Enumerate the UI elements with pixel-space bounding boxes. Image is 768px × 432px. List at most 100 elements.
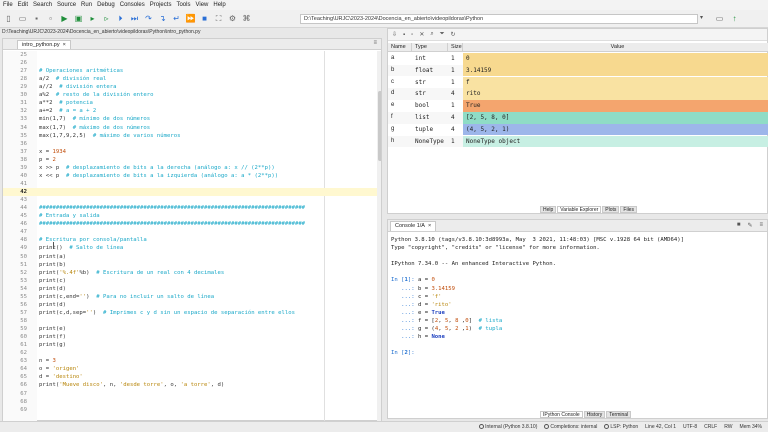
search-icon[interactable]: ⌕ [430,31,433,38]
menu-edit[interactable]: Edit [18,2,28,8]
menu-search[interactable]: Search [33,2,52,8]
debug-icon[interactable]: ⏵ [114,12,127,25]
menu-file[interactable]: File [3,2,13,8]
code-line[interactable]: 53 print(c) [3,277,381,285]
code-line[interactable]: 59 print(e) [3,325,381,333]
code-line[interactable]: 65 d = 'destino' [3,373,381,381]
close-icon[interactable]: × [63,41,66,49]
run-icon[interactable]: ▶ [58,12,71,25]
working-directory-dropdown-icon[interactable]: ▾ [700,14,710,24]
tab-plots[interactable]: Plots [602,206,620,213]
run-selection-icon[interactable]: ▹ [100,12,113,25]
continue-icon[interactable]: ⏩ [184,12,197,25]
menu-view[interactable]: View [195,2,208,8]
browse-folder-icon[interactable]: ▭ [713,12,726,25]
menu-help[interactable]: Help [213,2,225,8]
code-line[interactable]: 26 [3,59,381,67]
menu-run[interactable]: Run [81,2,92,8]
tab-history[interactable]: History [583,411,606,418]
stop-debug-icon[interactable]: ■ [198,12,211,25]
tab-variable-explorer[interactable]: Variable Explorer [557,206,602,213]
options-menu-icon[interactable]: ≡ [373,40,377,46]
variable-row[interactable]: h NoneType 1 NoneType object [388,135,768,148]
code-line[interactable]: 44 ######################################… [3,204,381,212]
step-icon[interactable]: ↷ [142,12,155,25]
code-line[interactable]: 45 # Entrada y salida [3,212,381,220]
column-name[interactable]: Name [388,43,412,51]
code-line[interactable]: 68 [3,398,381,406]
column-size[interactable]: Size [448,43,463,51]
scrollbar-thumb[interactable] [378,91,381,161]
variable-row[interactable]: b float 1 3.14159 [388,64,768,77]
code-line[interactable]: 51 print(b) [3,261,381,269]
code-line[interactable]: 33 min(1,7) # mínimo de dos números [3,115,381,123]
remove-all-icon[interactable]: ✕ [419,31,424,38]
status-interpreter[interactable]: Internal (Python 3.8.10) [479,424,537,430]
options-menu-icon[interactable]: ≡ [759,222,763,229]
refresh-icon[interactable]: ↻ [451,31,456,38]
code-line[interactable]: 49 print() # Salto de línea [3,244,381,252]
code-line[interactable]: 54 print(d) [3,285,381,293]
maximize-pane-icon[interactable]: ⛶ [212,12,225,25]
preferences-icon[interactable]: ⚙ [226,12,239,25]
code-line[interactable]: 35 max(1,7,9,2,5) # máximo de varios núme… [3,132,381,140]
code-line[interactable]: 32 a+=2 # a = a + 2 [3,107,381,115]
code-line[interactable]: 64 o = 'origen' [3,365,381,373]
code-line[interactable]: 43 [3,196,381,204]
menu-source[interactable]: Source [57,2,76,8]
code-line[interactable]: 30 a%2 # resto de la división entero [3,91,381,99]
variable-row[interactable]: g tuple 4 (4, 5, 2, 1) [388,123,768,136]
editor-scrollbar[interactable] [377,51,381,421]
status-lsp[interactable]: LSP: Python [604,424,638,430]
step-return-icon[interactable]: ↵ [170,12,183,25]
variable-row[interactable]: e bool 1 True [388,100,768,112]
menu-consoles[interactable]: Consoles [120,2,145,8]
column-type[interactable]: Type [412,43,448,51]
code-line[interactable]: 31 a**2 # potencia [3,99,381,107]
step-into-icon[interactable]: ↴ [156,12,169,25]
save-data-as-icon[interactable]: ▫ [411,32,413,38]
python-path-icon[interactable]: ⌘ [240,12,253,25]
code-line[interactable]: 25 [3,51,381,59]
run-cell-advance-icon[interactable]: ▸ [86,12,99,25]
tab-terminal[interactable]: Terminal [606,411,632,418]
code-line[interactable]: 36 [3,140,381,148]
code-line[interactable]: 60 print(f) [3,333,381,341]
variable-row[interactable]: d str 4 rito [388,88,768,100]
code-line[interactable]: 63 n = 3 [3,357,381,365]
code-line[interactable]: 57 print(c,d,sep='') # Imprimes c y d sin… [3,309,381,317]
code-line[interactable]: 38 p = 2 [3,156,381,164]
code-line[interactable]: 67 [3,390,381,398]
menu-debug[interactable]: Debug [97,2,115,8]
stop-icon[interactable]: ■ [737,222,741,229]
working-directory-input[interactable]: D:\Teaching\URJC\2023-2024\Docencia_en_a… [300,14,698,24]
filter-icon[interactable]: ⏷ [440,31,445,38]
code-line[interactable]: 27 # Operaciones aritméticas [3,67,381,75]
save-icon[interactable]: ▪ [30,12,43,25]
save-data-icon[interactable]: ▪ [403,32,405,38]
code-line[interactable]: 61 print(g) [3,341,381,349]
variable-row[interactable]: f list 4 [2, 5, 8, 0] [388,112,768,124]
tab-console-1[interactable]: Console 1/A × [390,221,437,231]
import-data-icon[interactable]: ⇩ [392,31,397,38]
menu-projects[interactable]: Projects [150,2,172,8]
tab-help[interactable]: Help [540,206,557,213]
code-line[interactable]: 66 print('Mueve disco', n, 'desde torre',… [3,381,381,389]
code-line[interactable]: 55 print(c,end='') # Para no incluir un s… [3,293,381,301]
code-line[interactable]: 41 [3,180,381,188]
tab-ipython-console[interactable]: IPython Console [540,411,583,418]
run-cell-icon[interactable]: ▣ [72,12,85,25]
code-line[interactable]: 69 [3,406,381,414]
variable-row[interactable]: a int 1 0 [388,53,768,65]
code-line[interactable]: 52 print('%.4f'%b) # Escritura de un real… [3,269,381,277]
open-file-icon[interactable]: ▭ [16,12,29,25]
column-value[interactable]: Value [463,43,768,51]
code-line[interactable]: 34 max(1,7) # máximo de dos números [3,124,381,132]
code-line[interactable]: 50 print(a) [3,253,381,261]
save-all-icon[interactable]: ▫ [44,12,57,25]
status-completions[interactable]: Completions: internal [544,424,597,430]
variable-row[interactable]: c str 1 f [388,76,768,89]
tab-files[interactable]: Files [620,206,637,213]
code-line[interactable]: 56 print(d) [3,301,381,309]
code-line[interactable]: 40 x << p # desplazamiento de bits a la i… [3,172,381,180]
